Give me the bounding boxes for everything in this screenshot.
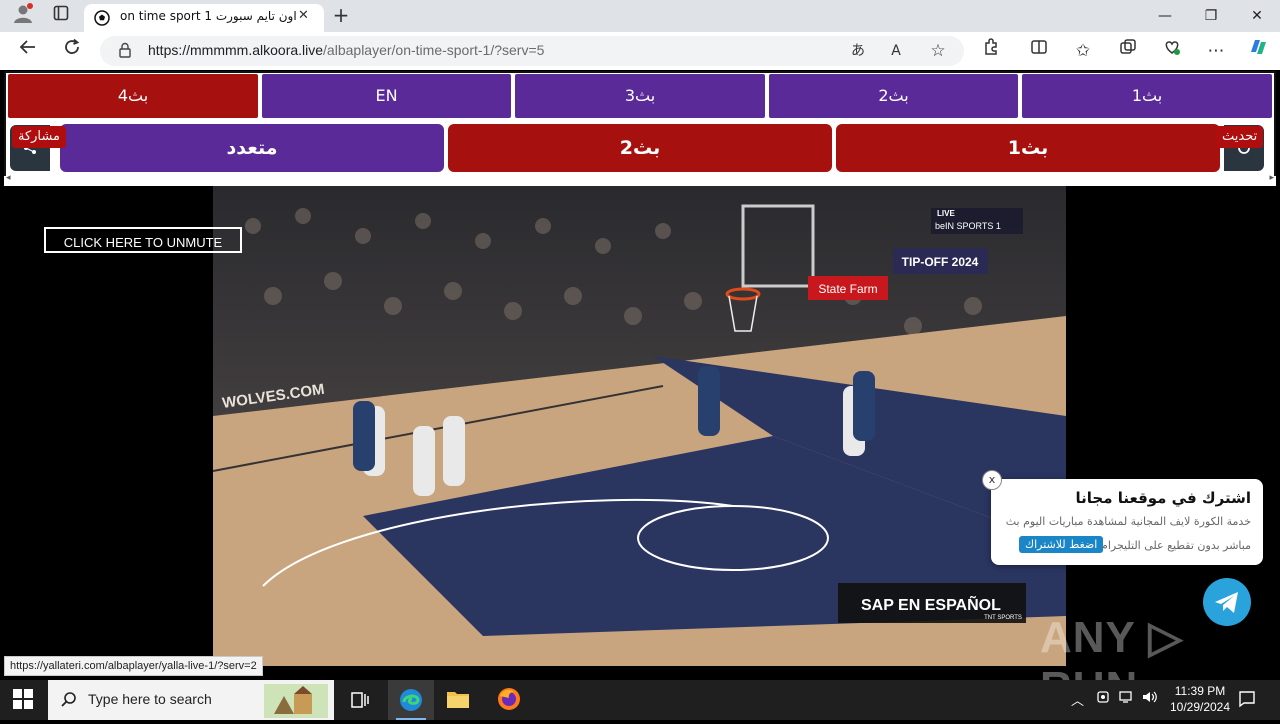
tab-title: on time sport 1 اون تايم سبورت: [120, 9, 297, 23]
more-options-icon[interactable]: ⋯: [1201, 36, 1231, 66]
popup-close-icon[interactable]: x: [982, 470, 1002, 490]
popup-text-line-1: خدمة الكورة لايف المجانية لمشاهدة مباريا…: [1005, 515, 1251, 528]
window-minimize-button[interactable]: —: [1142, 0, 1188, 32]
soccer-ball-icon: [94, 10, 110, 30]
server-button-3[interactable]: بث3: [515, 74, 765, 118]
read-aloud-icon[interactable]: A: [881, 36, 911, 66]
firefox-icon[interactable]: [496, 686, 522, 716]
extensions-icon[interactable]: [976, 36, 1006, 66]
active-tab[interactable]: on time sport 1 اون تايم سبورت ✕: [84, 4, 324, 32]
live-label: LIVE: [937, 209, 955, 218]
split-screen-icon[interactable]: [1024, 36, 1054, 66]
file-explorer-icon[interactable]: [446, 688, 470, 714]
profile-icon[interactable]: [8, 2, 38, 33]
clock-time: 11:39 PM: [1174, 684, 1226, 698]
volume-icon[interactable]: [1142, 690, 1158, 708]
edge-taskbar-button[interactable]: [388, 680, 434, 720]
favorites-icon[interactable]: ✩: [1068, 36, 1098, 66]
video-player[interactable]: State Farm TIP-OFF 2024 WOLVES.COM LIVE …: [213, 186, 1066, 666]
back-arrow-icon[interactable]: [13, 36, 43, 66]
server-button-2[interactable]: بث2: [769, 74, 1018, 118]
popup-title: اشترك في موقعنا مجانا: [1075, 489, 1252, 507]
tab-actions-icon[interactable]: [46, 2, 76, 30]
subscribe-button[interactable]: اضغط للاشتراك: [1019, 536, 1104, 553]
tray-device-icon[interactable]: [1096, 690, 1110, 708]
collections-icon[interactable]: [1113, 36, 1143, 66]
server-button-en[interactable]: EN: [262, 74, 511, 118]
clock-date: 10/29/2024: [1169, 700, 1231, 714]
channel-badge: beIN SPORTS 1: [935, 221, 1001, 231]
server-button-alt-2[interactable]: بث2: [448, 124, 832, 172]
status-link-tooltip: https://yallateri.com/albaplayer/yalla-l…: [4, 656, 263, 676]
sponsor-text: State Farm: [818, 282, 877, 296]
windows-start-icon[interactable]: [12, 688, 34, 714]
browser-essentials-icon[interactable]: [1157, 36, 1187, 66]
server-button-alt-1[interactable]: بث1: [836, 124, 1220, 172]
horizontal-scrollbar[interactable]: ◂ ▸: [4, 173, 1276, 186]
taskbar-clock[interactable]: 11:39 PM 10/29/2024: [1160, 683, 1240, 715]
server-button-4[interactable]: بث4: [8, 74, 258, 118]
url-host: https://mmmmm.alkoora.live: [148, 42, 324, 58]
window-close-button[interactable]: ✕: [1234, 0, 1280, 32]
window-restore-button[interactable]: ❐: [1188, 0, 1234, 32]
notifications-icon[interactable]: [1238, 690, 1256, 712]
broadcast-badge: SAP EN ESPAÑOL: [861, 594, 1001, 614]
copilot-icon[interactable]: [1243, 36, 1273, 66]
refresh-label[interactable]: تحديث: [1216, 126, 1264, 148]
url-text[interactable]: https://mmmmm.alkoora.live/albaplayer/on…: [148, 42, 544, 58]
tab-close-icon[interactable]: ✕: [298, 8, 309, 23]
unmute-button[interactable]: CLICK HERE TO UNMUTE: [44, 227, 242, 253]
share-label[interactable]: مشاركة: [12, 126, 66, 148]
lock-icon[interactable]: [118, 42, 132, 62]
popup-text-line-2: مباشر بدون تقطيع على التليجرام: [1101, 539, 1251, 552]
reload-icon[interactable]: [57, 36, 87, 66]
subscribe-popup: اشترك في موقعنا مجانا خدمة الكورة لايف ا…: [991, 479, 1263, 565]
favorite-star-icon[interactable]: ☆: [923, 36, 953, 66]
scroll-left-icon[interactable]: ◂: [6, 173, 11, 183]
server-button-multi[interactable]: متعدد: [60, 124, 444, 172]
search-placeholder[interactable]: Type here to search: [88, 691, 212, 707]
server-button-1[interactable]: بث1: [1022, 74, 1272, 118]
tray-overflow-icon[interactable]: ︿: [1071, 690, 1084, 709]
translate-icon[interactable]: あ: [843, 36, 873, 66]
new-tab-button[interactable]: +: [326, 1, 356, 29]
task-view-icon[interactable]: [350, 690, 370, 714]
network-icon[interactable]: [1119, 690, 1135, 708]
url-path: /albaplayer/on-time-sport-1/?serv=5: [323, 42, 545, 58]
tnt-label: TNT SPORTS: [984, 615, 1022, 621]
event-text: TIP-OFF 2024: [902, 255, 979, 269]
search-highlight-icon: [264, 684, 328, 722]
scroll-right-icon[interactable]: ▸: [1269, 173, 1274, 183]
search-icon: [60, 691, 78, 713]
